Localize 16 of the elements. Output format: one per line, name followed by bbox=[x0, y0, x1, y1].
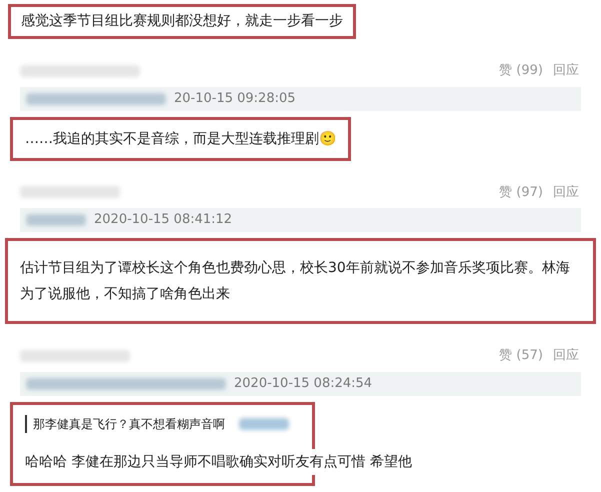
comment-text: 哈哈哈 李健在那边只当导师不唱歌确实对听友有点可惜 希望他 bbox=[25, 448, 414, 474]
comment-text: ……我追的其实不是音综，而是大型连载推理剧🙂 bbox=[25, 130, 336, 148]
timestamp: 20-10-15 09:28:05 bbox=[174, 90, 296, 108]
timestamp: 2020-10-15 08:41:12 bbox=[94, 211, 232, 230]
reply-link[interactable]: 回应 bbox=[553, 182, 579, 202]
like-count[interactable]: 赞 (97) bbox=[499, 182, 543, 202]
quoted-comment: 那李健真是飞行？真不想看糊声音啊 bbox=[25, 414, 225, 432]
reply-link[interactable]: 回应 bbox=[553, 346, 579, 366]
like-count[interactable]: 赞 (99) bbox=[499, 61, 543, 80]
reply-link[interactable]: 回应 bbox=[553, 61, 579, 80]
like-count[interactable]: 赞 (57) bbox=[499, 346, 543, 366]
comment-text: 感觉这季节目组比赛规则都没想好，就走一步看一步 bbox=[21, 12, 343, 31]
blurred-username bbox=[26, 214, 86, 226]
blurred-username bbox=[239, 418, 289, 430]
comment-text: 估计节目组为了谭校长这个角色也费劲心思，校长30年前就说不参加音乐奖项比赛。林海为了说服他，不知搞了啥角色出来 bbox=[20, 259, 571, 304]
timestamp: 2020-10-15 08:24:54 bbox=[234, 374, 372, 393]
